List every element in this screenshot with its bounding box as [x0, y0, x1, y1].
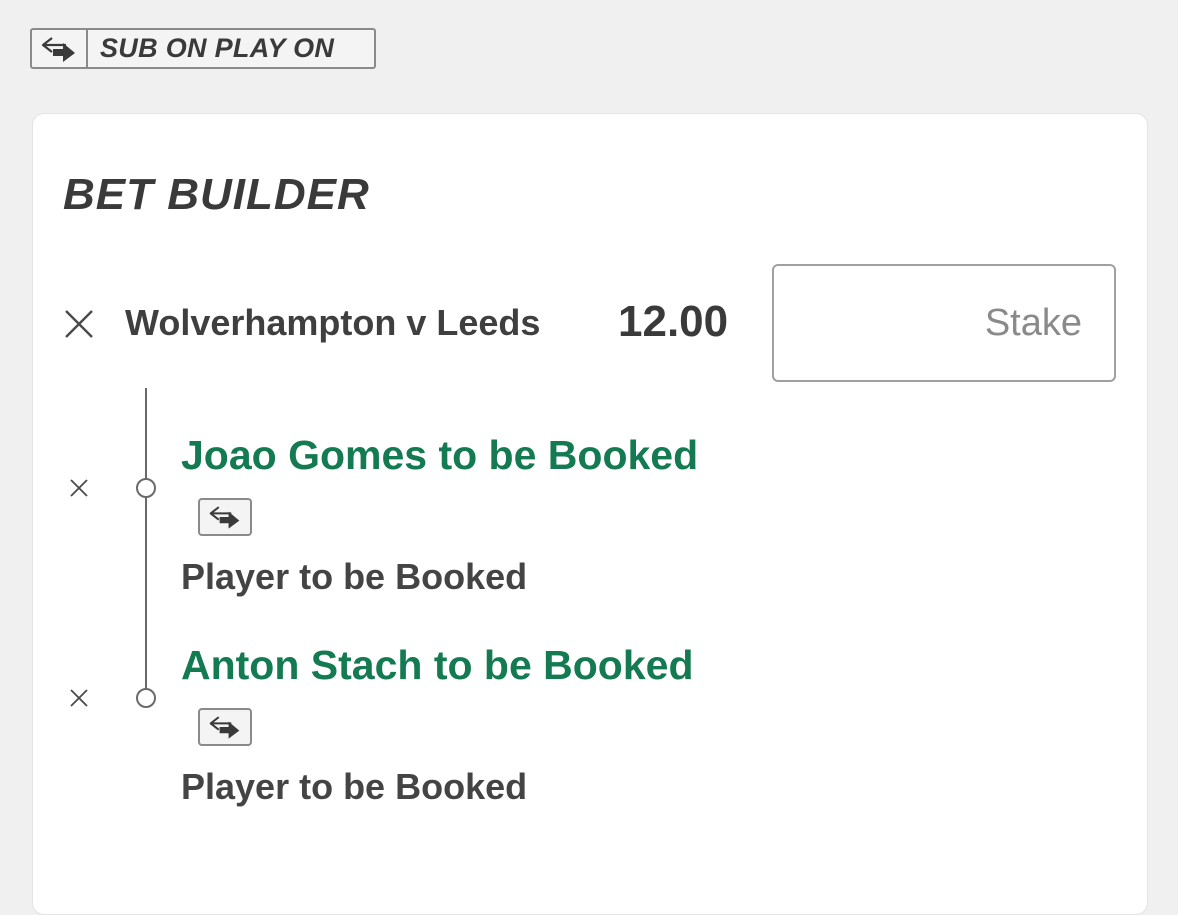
event-odds: 12.00 [618, 297, 729, 346]
selection-item: Anton Stach to be Booked Player to be Bo… [33, 642, 1147, 822]
remove-event-close-icon[interactable] [63, 308, 95, 340]
sub-on-play-on-badge: SUB ON PLAY ON [30, 28, 376, 69]
selection-item: Joao Gomes to be Booked Player to be Boo… [33, 432, 1147, 612]
event-name: Wolverhampton v Leeds [125, 302, 541, 343]
sub-swap-icon [198, 708, 252, 746]
bet-builder-card: BET BUILDER Wolverhampton v Leeds 12.00 … [32, 113, 1148, 915]
selection-market: Player to be Booked [181, 766, 528, 807]
remove-selection-close-icon[interactable] [69, 688, 89, 708]
remove-selection-close-icon[interactable] [69, 478, 89, 498]
selection-title: Anton Stach to be Booked [181, 642, 694, 688]
event-row: Wolverhampton v Leeds 12.00 [33, 264, 1147, 382]
selection-title: Joao Gomes to be Booked [181, 432, 699, 478]
sub-swap-icon [198, 498, 252, 536]
sub-swap-icon [32, 30, 88, 67]
stake-input[interactable] [772, 264, 1116, 382]
timeline-node [136, 478, 156, 498]
timeline-node [136, 688, 156, 708]
badge-label: SUB ON PLAY ON [100, 33, 335, 63]
selection-market: Player to be Booked [181, 556, 528, 597]
card-title: BET BUILDER [63, 170, 370, 219]
